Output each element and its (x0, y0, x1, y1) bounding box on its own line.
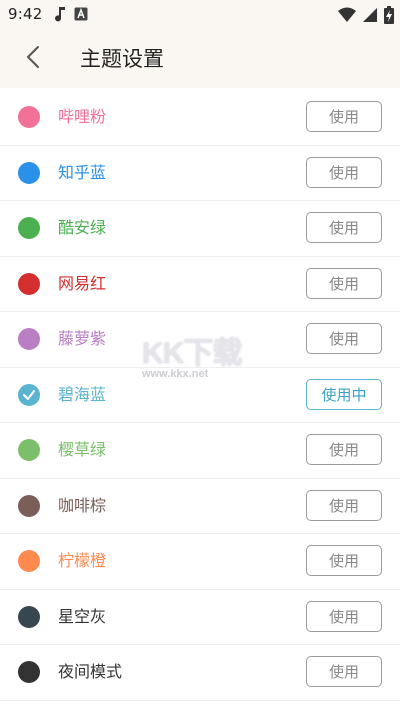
theme-name: 柠檬橙 (58, 551, 107, 570)
chevron-left-icon (25, 45, 41, 73)
music-note-icon (54, 6, 66, 26)
use-theme-button[interactable]: 使用 (306, 267, 382, 299)
theme-row[interactable]: 夜间模式 使用 (0, 645, 400, 701)
use-theme-button[interactable]: 使用 (306, 434, 382, 465)
theme-list: 哔哩粉 使用 知乎蓝 使用 酷安绿 使用 网易红 使用 藤萝紫 使用 碧海蓝 使用中 樱草绿 使用 咖啡棕使… (0, 90, 400, 701)
use-theme-button[interactable]: 使用 (306, 323, 382, 354)
theme-row[interactable]: 藤萝紫 使用 (0, 312, 400, 368)
theme-row[interactable]: 知乎蓝 使用 (0, 146, 400, 201)
back-button[interactable] (18, 44, 48, 74)
theme-color-dot (18, 439, 40, 461)
use-theme-button[interactable]: 使用 (306, 656, 382, 687)
battery-charging-icon (384, 6, 394, 28)
theme-color-dot (18, 494, 40, 517)
app-header: 主题设置 (0, 30, 400, 88)
use-theme-button[interactable]: 使用 (306, 156, 382, 188)
theme-name: 樱草绿 (58, 440, 107, 459)
theme-name: 藤萝紫 (58, 329, 107, 348)
theme-color-dot (18, 605, 40, 628)
theme-color-dot (18, 106, 40, 128)
page-title: 主题设置 (80, 47, 164, 71)
use-theme-button[interactable]: 使用 (306, 489, 382, 521)
theme-name: 夜间模式 (58, 662, 123, 681)
theme-row[interactable]: 星空灰 使用 (0, 590, 400, 645)
screen: 9:42 主题设置 哔哩粉 使用 知乎蓝 使用 酷安绿 使用 网易红 使用 藤萝… (0, 0, 400, 711)
status-bar: 9:42 (0, 0, 400, 30)
checkmark-icon (18, 383, 40, 406)
theme-color-dot (18, 661, 40, 683)
theme-row[interactable]: 樱草绿 使用 (0, 423, 400, 479)
theme-name: 知乎蓝 (58, 162, 107, 182)
theme-row[interactable]: 哔哩粉 使用 (0, 90, 400, 146)
theme-name: 碧海蓝 (58, 384, 107, 404)
theme-row[interactable]: 碧海蓝 使用中 (0, 368, 400, 423)
wifi-icon (338, 7, 356, 27)
theme-color-dot (18, 328, 40, 350)
theme-row[interactable]: 酷安绿 使用 (0, 201, 400, 257)
use-theme-button[interactable]: 使用 (306, 545, 382, 576)
theme-color-dot (18, 161, 40, 184)
theme-name: 酷安绿 (58, 218, 107, 237)
a-box-icon (74, 6, 88, 26)
theme-name: 网易红 (58, 273, 107, 293)
status-right-icons (338, 6, 394, 28)
theme-name: 咖啡棕 (58, 495, 107, 515)
cellular-signal-icon (362, 7, 378, 27)
use-theme-button[interactable]: 使用 (306, 101, 382, 132)
theme-name: 哔哩粉 (58, 107, 107, 126)
theme-name: 星空灰 (58, 606, 107, 626)
status-left-icons (54, 6, 88, 26)
in-use-button[interactable]: 使用中 (306, 378, 382, 410)
status-time: 9:42 (8, 5, 43, 23)
theme-row[interactable]: 咖啡棕 使用 (0, 479, 400, 534)
theme-color-dot (18, 550, 40, 572)
use-theme-button[interactable]: 使用 (306, 212, 382, 243)
theme-row[interactable]: 柠檬橙 使用 (0, 534, 400, 590)
theme-color-dot (18, 217, 40, 239)
use-theme-button[interactable]: 使用 (306, 600, 382, 632)
theme-row[interactable]: 网易红 使用 (0, 257, 400, 312)
theme-color-dot (18, 272, 40, 295)
